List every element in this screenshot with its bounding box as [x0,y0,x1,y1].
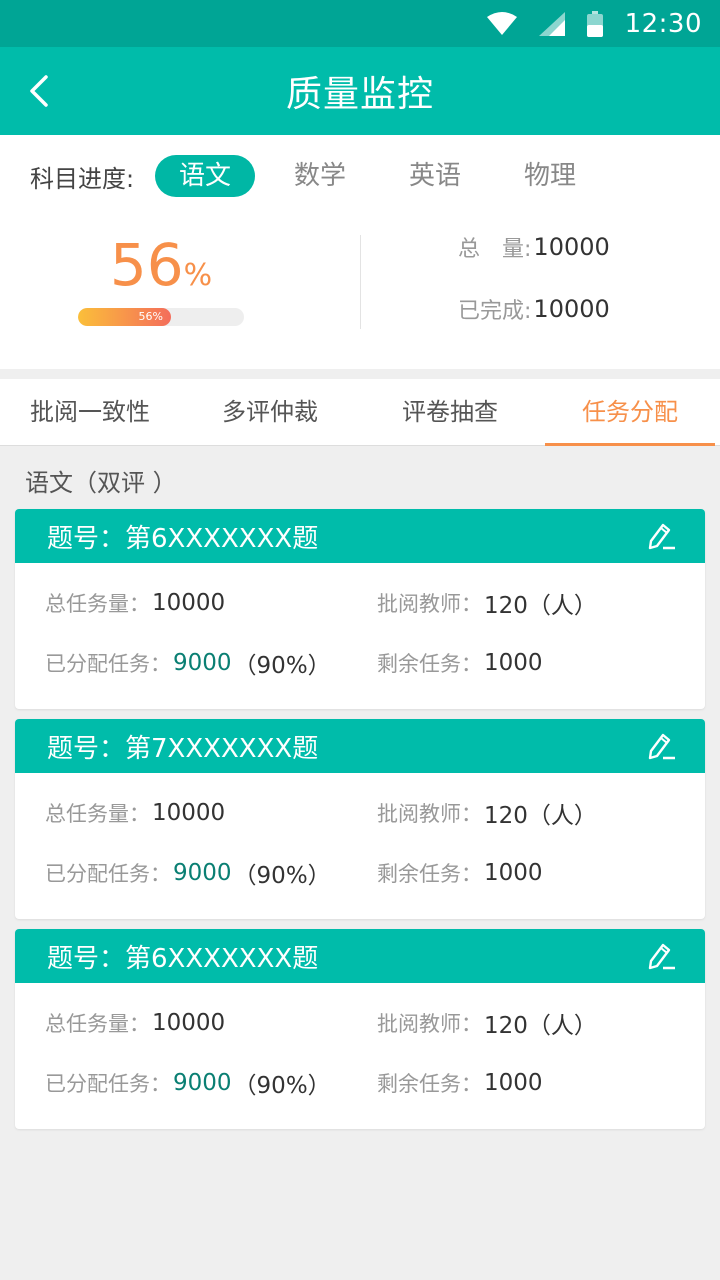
card-body: 总任务量： 10000 批阅教师： 120（人） 已分配任务： 9000 （90%） 剩… [15,773,705,889]
reviewing-teachers: 批阅教师： 120（人） [377,592,597,619]
total-tasks: 总任务量： 10000 [45,1010,226,1036]
status-bar: 12:30 [0,0,720,47]
tab-task-assignment[interactable]: 任务分配 [540,379,720,446]
question-card: 题号：第7XXXXXXX题 总任务量： 10000 批阅教师： 120（人） 已分配… [15,719,705,919]
progress-bar-label: 56% [138,310,163,323]
subject-panel: 科目进度: 语文 数学 英语 物理 56% 56% 总 量: 10000 已完成… [0,135,720,369]
section-label: 语文（双评 ） [25,469,177,497]
card-body: 总任务量： 10000 批阅教师： 120（人） 已分配任务： 9000 （90%） 剩… [15,983,705,1099]
monitor-tabs: 批阅一致性 多评仲裁 评卷抽查 任务分配 [0,379,720,446]
progress-bar-fill: 56% [78,308,171,326]
battery-icon [586,10,603,37]
remaining-tasks: 剩余任务： 1000 [377,1070,543,1096]
stat-total-value: 10000 [533,233,610,261]
edit-button[interactable] [647,941,677,971]
progress-percentage: 56% [109,231,213,299]
stat-completed-value: 10000 [533,295,610,323]
edit-button[interactable] [647,731,677,761]
reviewing-teachers: 批阅教师： 120（人） [377,1012,597,1039]
progress-bar: 56% [78,308,244,326]
wifi-icon [486,11,517,36]
edit-icon [648,733,675,760]
edit-icon [648,523,675,550]
assigned-tasks: 已分配任务： 9000 （90%） [45,860,331,889]
remaining-tasks: 剩余任务： 1000 [377,860,543,886]
card-header: 题号：第7XXXXXXX题 [15,719,705,773]
stat-total: 总 量: 10000 [458,232,610,262]
tab-arbitration[interactable]: 多评仲裁 [180,379,360,445]
question-card-list: 题号：第6XXXXXXX题 总任务量： 10000 批阅教师： 120（人） 已分配… [15,509,705,1139]
edit-button[interactable] [647,521,677,551]
subject-selector: 科目进度: 语文 数学 英语 物理 [30,155,615,197]
subject-tab-english[interactable]: 英语 [385,155,485,197]
progress-block: 56% 56% [78,230,244,326]
divider [360,235,361,329]
question-title: 题号：第7XXXXXXX题 [47,733,319,764]
assigned-tasks: 已分配任务： 9000 （90%） [45,650,331,679]
stat-total-label: 总 量: [458,237,532,262]
reviewing-teachers: 批阅教师： 120（人） [377,802,597,829]
question-card: 题号：第6XXXXXXX题 总任务量： 10000 批阅教师： 120（人） 已分配… [15,929,705,1129]
card-header: 题号：第6XXXXXXX题 [15,929,705,983]
signal-icon [538,11,565,36]
back-button[interactable] [22,71,62,111]
subject-tabs: 语文 数学 英语 物理 [155,155,615,197]
subject-tab-math[interactable]: 数学 [270,155,370,197]
title-bar: 质量监控 [0,47,720,135]
total-tasks: 总任务量： 10000 [45,800,226,826]
page-title: 质量监控 [285,74,434,115]
stats: 总 量: 10000 已完成: 10000 [458,232,610,356]
chevron-left-icon [30,75,48,107]
assigned-tasks: 已分配任务： 9000 （90%） [45,1070,331,1099]
tab-spot-check[interactable]: 评卷抽查 [360,379,540,445]
edit-icon [648,943,675,970]
subject-progress-label: 科目进度: [30,164,135,193]
total-tasks: 总任务量： 10000 [45,590,226,616]
card-body: 总任务量： 10000 批阅教师： 120（人） 已分配任务： 9000 （90%） 剩… [15,563,705,679]
question-title: 题号：第6XXXXXXX题 [47,523,319,554]
remaining-tasks: 剩余任务： 1000 [377,650,543,676]
stat-completed: 已完成: 10000 [458,294,610,324]
card-header: 题号：第6XXXXXXX题 [15,509,705,563]
question-title: 题号：第6XXXXXXX题 [47,943,319,974]
subject-tab-physics[interactable]: 物理 [500,155,600,197]
clock: 12:30 [624,8,702,39]
tab-consistency[interactable]: 批阅一致性 [0,379,180,445]
subject-tab-chinese[interactable]: 语文 [155,155,255,197]
stat-completed-label: 已完成: [458,299,532,324]
question-card: 题号：第6XXXXXXX题 总任务量： 10000 批阅教师： 120（人） 已分配… [15,509,705,709]
